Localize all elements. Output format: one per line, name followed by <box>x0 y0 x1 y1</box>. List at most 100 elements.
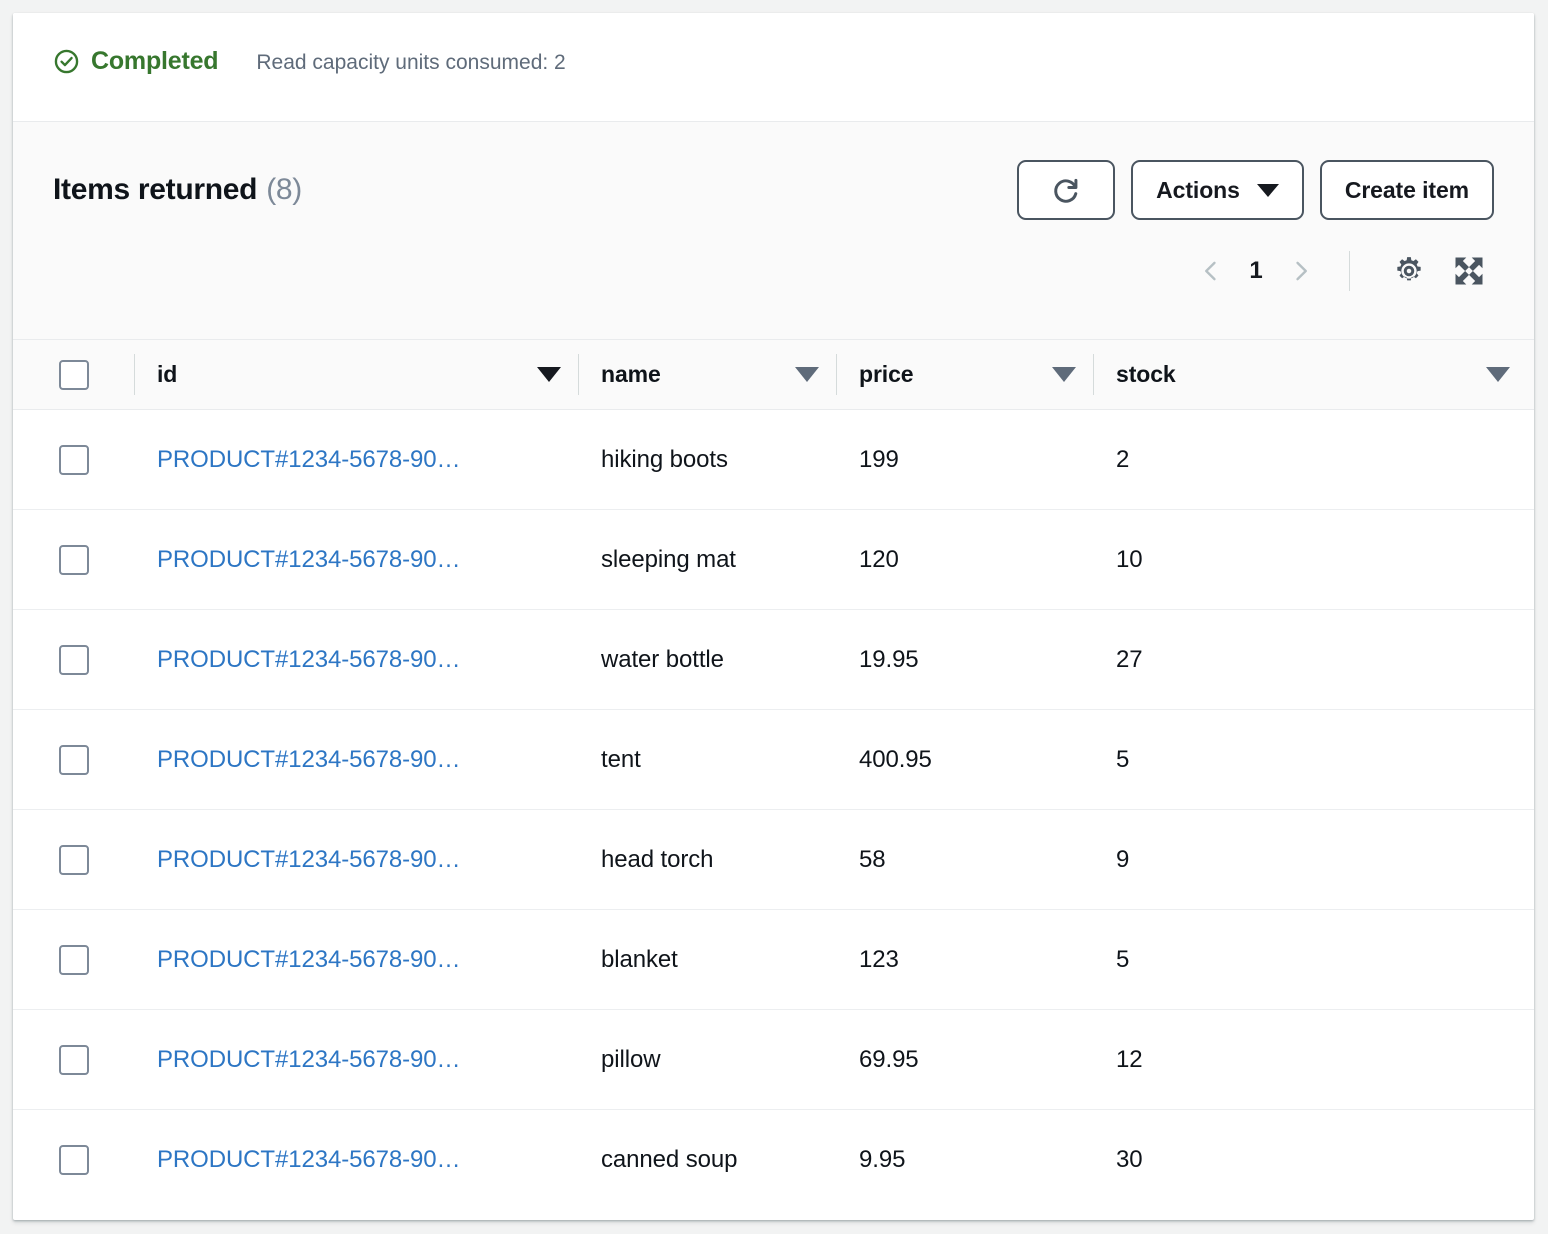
preferences-button[interactable] <box>1386 248 1432 294</box>
page-title: Items returned (8) <box>53 175 302 205</box>
page-root: Completed Read capacity units consumed: … <box>0 0 1548 1234</box>
cell-name: sleeping mat <box>601 545 736 573</box>
toolbar-bottom-row: 1 <box>13 220 1534 294</box>
row-select-cell <box>13 444 135 475</box>
pagination-prev-button[interactable] <box>1189 249 1233 293</box>
status-strip: Completed Read capacity units consumed: … <box>13 13 1534 122</box>
sort-icon-name[interactable] <box>795 367 819 382</box>
pagination-page-1[interactable]: 1 <box>1239 257 1273 285</box>
table-row[interactable]: PRODUCT#1234-5678-90… head torch 58 9 <box>13 810 1534 910</box>
cell-price: 19.95 <box>859 645 919 673</box>
row-select-checkbox[interactable] <box>59 1044 89 1075</box>
page-title-text: Items returned <box>53 173 258 206</box>
gear-icon <box>1397 257 1421 281</box>
chevron-down-icon <box>1256 183 1279 197</box>
cell-id: PRODUCT#1234-5678-90… <box>135 646 579 674</box>
cell-id: PRODUCT#1234-5678-90… <box>135 546 579 574</box>
sort-icon-stock[interactable] <box>1486 367 1510 382</box>
items-panel: Completed Read capacity units consumed: … <box>13 13 1534 1220</box>
cell-stock: 12 <box>1116 1045 1143 1073</box>
toolbar-buttons: Actions Create item <box>1017 160 1494 220</box>
row-select-cell <box>13 944 135 975</box>
table-row[interactable]: PRODUCT#1234-5678-90… sleeping mat 120 10 <box>13 510 1534 610</box>
cell-name: pillow <box>601 1045 661 1073</box>
column-header-stock-label: stock <box>1116 361 1176 387</box>
cell-price: 199 <box>859 445 899 473</box>
refresh-button[interactable] <box>1017 160 1116 220</box>
cell-name: canned soup <box>601 1146 738 1173</box>
column-header-price-label: price <box>859 361 914 387</box>
row-select-cell <box>13 844 135 875</box>
check-circle-icon <box>54 49 79 74</box>
cell-stock: 30 <box>1116 1146 1143 1173</box>
row-select-cell <box>13 644 135 675</box>
row-select-cell <box>13 544 135 575</box>
row-select-cell <box>13 744 135 775</box>
cell-id: PRODUCT#1234-5678-90… <box>135 446 579 474</box>
item-id-link[interactable]: PRODUCT#1234-5678-90… <box>157 446 460 473</box>
cell-id: PRODUCT#1234-5678-90… <box>135 946 579 974</box>
cell-price: 120 <box>859 545 899 573</box>
column-header-name[interactable]: name <box>579 340 837 409</box>
table-row[interactable]: PRODUCT#1234-5678-90… water bottle 19.95 27 <box>13 610 1534 710</box>
table-body: PRODUCT#1234-5678-90… hiking boots 199 2 PRO… <box>13 410 1534 1210</box>
column-header-id[interactable]: id <box>135 340 579 409</box>
cell-price: 9.95 <box>859 1146 906 1173</box>
table-row[interactable]: PRODUCT#1234-5678-90… blanket 123 5 <box>13 910 1534 1010</box>
actions-button[interactable]: Actions <box>1131 160 1304 220</box>
item-id-link[interactable]: PRODUCT#1234-5678-90… <box>157 1046 460 1073</box>
table-row[interactable]: PRODUCT#1234-5678-90… tent 400.95 5 <box>13 710 1534 810</box>
toolbar-top-row: Items returned (8) Actions Create item <box>13 122 1534 220</box>
status-group: Completed Read capacity units consumed: … <box>53 48 566 75</box>
actions-button-label: Actions <box>1156 176 1240 203</box>
select-all-checkbox[interactable] <box>59 359 89 390</box>
pagination-next-button[interactable] <box>1279 249 1323 293</box>
cell-id: PRODUCT#1234-5678-90… <box>135 1146 579 1174</box>
cell-price: 400.95 <box>859 745 932 773</box>
row-select-checkbox[interactable] <box>59 444 89 475</box>
cell-id: PRODUCT#1234-5678-90… <box>135 1046 579 1074</box>
table-column-header: id name price stock <box>13 340 1534 410</box>
expand-icon <box>1455 257 1483 285</box>
cell-name: blanket <box>601 945 678 973</box>
cell-stock: 5 <box>1116 745 1130 773</box>
item-id-link[interactable]: PRODUCT#1234-5678-90… <box>157 1146 460 1173</box>
column-header-name-label: name <box>601 361 661 387</box>
fullscreen-button[interactable] <box>1446 248 1492 294</box>
cell-stock: 10 <box>1116 545 1143 573</box>
item-id-link[interactable]: PRODUCT#1234-5678-90… <box>157 846 460 873</box>
toolbar-divider <box>1349 251 1350 291</box>
row-select-checkbox[interactable] <box>59 844 89 875</box>
item-id-link[interactable]: PRODUCT#1234-5678-90… <box>157 746 460 773</box>
create-item-button[interactable]: Create item <box>1319 160 1494 220</box>
cell-price: 58 <box>859 845 886 873</box>
cell-price: 69.95 <box>859 1045 919 1073</box>
row-select-cell <box>13 1044 135 1075</box>
column-header-stock[interactable]: stock <box>1094 340 1534 409</box>
cell-name: water bottle <box>601 645 724 673</box>
cell-stock: 27 <box>1116 645 1143 673</box>
table-toolbar: Items returned (8) Actions Create item 1 <box>13 122 1534 340</box>
pagination: 1 <box>1189 249 1323 293</box>
table-row[interactable]: PRODUCT#1234-5678-90… pillow 69.95 12 <box>13 1010 1534 1110</box>
row-select-checkbox[interactable] <box>59 544 89 575</box>
select-all-cell <box>13 340 135 409</box>
item-id-link[interactable]: PRODUCT#1234-5678-90… <box>157 946 460 973</box>
cell-id: PRODUCT#1234-5678-90… <box>135 846 579 874</box>
table-row[interactable]: PRODUCT#1234-5678-90… canned soup 9.95 30 <box>13 1110 1534 1210</box>
cell-stock: 5 <box>1116 945 1130 973</box>
column-header-price[interactable]: price <box>837 340 1094 409</box>
row-select-checkbox[interactable] <box>59 744 89 775</box>
refresh-icon <box>1054 178 1078 203</box>
row-select-checkbox[interactable] <box>59 1145 89 1175</box>
sort-icon-price[interactable] <box>1052 367 1076 382</box>
item-id-link[interactable]: PRODUCT#1234-5678-90… <box>157 546 460 573</box>
row-select-checkbox[interactable] <box>59 944 89 975</box>
item-id-link[interactable]: PRODUCT#1234-5678-90… <box>157 646 460 673</box>
cell-stock: 9 <box>1116 845 1130 873</box>
chevron-right-icon <box>1296 261 1307 281</box>
row-select-cell <box>13 1145 135 1175</box>
row-select-checkbox[interactable] <box>59 644 89 675</box>
sort-icon-id[interactable] <box>537 367 561 382</box>
table-row[interactable]: PRODUCT#1234-5678-90… hiking boots 199 2 <box>13 410 1534 510</box>
